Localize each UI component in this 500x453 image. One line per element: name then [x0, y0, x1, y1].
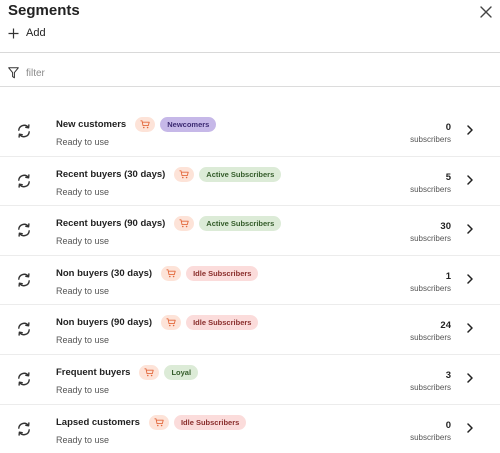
panel-header: Segments Add [0, 0, 500, 53]
subscriber-count-label: subscribers [410, 333, 451, 343]
shopping-cart-icon [166, 269, 176, 278]
chevron-right-icon[interactable] [466, 125, 474, 135]
shopping-cart-icon [166, 318, 176, 327]
segment-row[interactable]: Non buyers (90 days) Idle Subscribers Re… [0, 305, 500, 355]
shopping-cart-icon [144, 368, 155, 377]
segment-name: Recent buyers (30 days) [56, 168, 166, 180]
segment-name: Recent buyers (90 days) [56, 218, 166, 230]
segment-name: Frequent buyers [56, 366, 131, 378]
segment-status: Ready to use [56, 236, 110, 247]
page-title: Segments [8, 2, 80, 19]
subscriber-count-label: subscribers [410, 184, 451, 194]
chevron-right-icon[interactable] [466, 274, 474, 284]
subscriber-count-label: subscribers [410, 135, 451, 144]
chevron-right-icon[interactable] [466, 422, 474, 433]
segment-title-line: Lapsed customers Idle Subscribers [56, 414, 247, 430]
sync-icon [18, 124, 30, 138]
segment-row[interactable]: Lapsed customers Idle Subscribers Ready … [0, 405, 500, 453]
cart-badge [135, 117, 156, 132]
subscriber-count: 0 [445, 122, 451, 133]
filter-icon [8, 67, 19, 79]
sync-icon [18, 223, 30, 237]
segment-row[interactable]: Non buyers (30 days) Idle Subscribers Re… [0, 256, 500, 306]
segment-title-line: Non buyers (90 days) Idle Subscribers [56, 315, 259, 331]
sync-icon [18, 173, 30, 188]
segment-tag: Active Subscribers [199, 166, 282, 182]
filter-bar [0, 64, 500, 87]
shopping-cart-icon [154, 417, 164, 426]
plus-icon [8, 28, 19, 38]
segment-name: Lapsed customers [56, 416, 140, 428]
segment-title-line: Frequent buyers Loyal [56, 364, 199, 380]
subscriber-count-label: subscribers [410, 283, 451, 293]
subscriber-count: 3 [445, 369, 451, 381]
segment-name: Non buyers (90 days) [56, 317, 153, 329]
segment-row[interactable]: New customers Newcomers Ready to use 0 s… [0, 107, 500, 157]
sync-icon [18, 421, 30, 436]
cart-badge [139, 364, 160, 380]
cart-badge [174, 216, 195, 232]
segment-tag: Idle Subscribers [186, 265, 259, 281]
shopping-cart-icon [179, 169, 189, 178]
segment-title-line: New customers Newcomers [56, 117, 217, 132]
close-icon[interactable] [478, 4, 494, 20]
segment-tag: Loyal [164, 364, 199, 380]
chevron-right-icon[interactable] [466, 373, 474, 383]
filter-input[interactable] [26, 68, 466, 79]
subscriber-count-label: subscribers [410, 382, 451, 392]
shopping-cart-icon [179, 219, 189, 228]
segment-status: Ready to use [56, 137, 110, 147]
segment-status: Ready to use [56, 186, 110, 197]
subscriber-count-label: subscribers [410, 234, 451, 244]
subscriber-count: 5 [445, 171, 451, 183]
segment-status: Ready to use [56, 285, 110, 296]
sync-icon [18, 272, 30, 287]
segment-title-line: Recent buyers (90 days) Active Subscribe… [56, 216, 282, 232]
segment-row[interactable]: Recent buyers (90 days) Active Subscribe… [0, 206, 500, 256]
cart-badge [161, 265, 182, 281]
segment-title-line: Non buyers (30 days) Idle Subscribers [56, 265, 259, 281]
segment-row[interactable]: Recent buyers (30 days) Active Subscribe… [0, 157, 500, 207]
segment-tag: Idle Subscribers [173, 414, 247, 430]
sync-icon [18, 372, 30, 386]
subscriber-count: 24 [440, 320, 451, 332]
subscriber-count: 0 [445, 419, 451, 431]
segment-tag: Newcomers [160, 117, 217, 132]
segment-tag: Idle Subscribers [186, 315, 259, 331]
segment-tag: Active Subscribers [199, 216, 282, 232]
subscriber-count: 30 [440, 221, 451, 233]
cart-badge [161, 315, 182, 331]
segment-name: Non buyers (30 days) [56, 267, 153, 279]
segment-title-line: Recent buyers (30 days) Active Subscribe… [56, 166, 282, 182]
sync-icon [18, 322, 30, 337]
segment-status: Ready to use [56, 335, 110, 346]
segment-name: New customers [56, 119, 127, 130]
add-button[interactable]: Add [8, 27, 46, 39]
segment-row[interactable]: Frequent buyers Loyal Ready to use 3 sub… [0, 355, 500, 405]
chevron-right-icon[interactable] [466, 224, 474, 234]
segment-status: Ready to use [56, 384, 110, 395]
add-button-label: Add [26, 27, 46, 39]
chevron-right-icon[interactable] [466, 323, 474, 334]
cart-badge [174, 166, 195, 182]
subscriber-count: 1 [445, 270, 451, 282]
cart-badge [148, 414, 169, 430]
segment-list: New customers Newcomers Ready to use 0 s… [0, 107, 500, 453]
subscriber-count-label: subscribers [410, 432, 451, 442]
shopping-cart-icon [140, 120, 150, 129]
chevron-right-icon[interactable] [466, 174, 474, 185]
